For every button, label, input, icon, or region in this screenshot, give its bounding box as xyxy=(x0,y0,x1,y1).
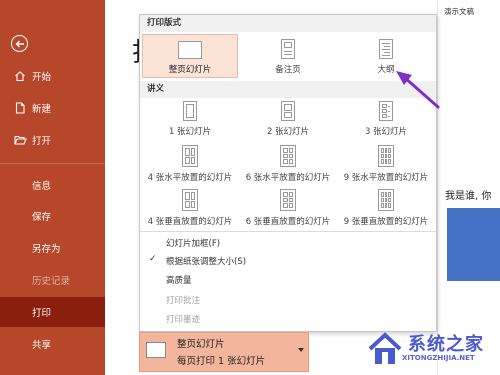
menu-item-scale-to-fit[interactable]: 根据纸张调整大小(S) xyxy=(166,255,246,267)
full-page-slide-icon xyxy=(178,41,202,59)
sidebar-item-share[interactable]: 共享 xyxy=(0,329,105,359)
option-label: 9 张水平放置的幻灯片 xyxy=(343,173,429,183)
selector-sublabel: 每页打印 1 张幻灯片 xyxy=(177,356,266,367)
sidebar-item-save[interactable]: 保存 xyxy=(0,201,105,231)
annotation-arrow-icon xyxy=(396,71,440,109)
handout-option-6-vertical[interactable]: 6 张垂直放置的幻灯片 xyxy=(240,189,336,231)
sidebar-item-info[interactable]: 信息 xyxy=(0,170,105,200)
option-label: 备注页 xyxy=(275,65,301,75)
sidebar-item-label: 新建 xyxy=(32,104,52,115)
handout-4v-icon xyxy=(182,189,198,211)
sidebar-item-label: 打开 xyxy=(32,136,52,147)
handout-6v-icon xyxy=(280,189,296,211)
handout-9v-icon xyxy=(378,189,394,211)
handout-option-4-horizontal[interactable]: 4 张水平放置的幻灯片 xyxy=(142,145,238,187)
handout-option-2-slides[interactable]: 2 张幻灯片 xyxy=(240,101,336,141)
handout-2-icon xyxy=(281,101,295,121)
sidebar-item-label: 开始 xyxy=(32,72,52,83)
house-logo-icon xyxy=(368,332,402,364)
sidebar-item-label: 共享 xyxy=(32,340,52,351)
backstage-sidebar: 开始 新建 打开 信息 保存 另存为 历史记录 打印 共享 xyxy=(0,0,105,375)
sidebar-item-save-as[interactable]: 另存为 xyxy=(0,233,105,263)
sidebar-divider xyxy=(0,163,105,164)
window-title: 演示文稿 xyxy=(444,7,474,16)
watermark-subtext: XITONGZHIJIA.NET xyxy=(402,354,475,362)
watermark-text: 系统之家 xyxy=(408,334,484,355)
option-label: 9 张垂直放置的幻灯片 xyxy=(343,217,429,227)
option-label: 3 张幻灯片 xyxy=(364,127,408,137)
handout-option-4-vertical[interactable]: 4 张垂直放置的幻灯片 xyxy=(142,189,238,231)
handout-9h-icon xyxy=(378,145,394,167)
print-layout-selector[interactable]: 整页幻灯片 每页打印 1 张幻灯片 xyxy=(139,332,309,372)
sidebar-item-open[interactable]: 打开 xyxy=(0,125,105,155)
chevron-down-icon[interactable] xyxy=(298,348,304,352)
folder-open-icon xyxy=(13,133,27,147)
new-file-icon xyxy=(13,101,27,115)
slide-preview-image xyxy=(447,208,500,281)
sidebar-item-print[interactable]: 打印 xyxy=(0,297,105,327)
sidebar-item-label: 另存为 xyxy=(32,244,61,255)
menu-item-print-comments: 打印批注 xyxy=(166,296,201,306)
notes-page-icon xyxy=(281,39,295,59)
sidebar-item-new[interactable]: 新建 xyxy=(0,93,105,123)
handout-4h-icon xyxy=(182,145,198,167)
handout-1-icon xyxy=(183,101,197,121)
watermark-logo: 系统之家 XITONGZHIJIA.NET xyxy=(362,328,500,375)
handout-option-1-slide[interactable]: 1 张幻灯片 xyxy=(142,101,238,141)
option-label: 6 张水平放置的幻灯片 xyxy=(245,173,331,183)
back-arrow-icon[interactable] xyxy=(11,35,28,52)
handout-6h-icon xyxy=(280,145,296,167)
menu-item-high-quality[interactable]: 高质量 xyxy=(166,274,192,286)
option-label: 6 张垂直放置的幻灯片 xyxy=(245,217,331,227)
option-label: 2 张幻灯片 xyxy=(266,127,310,137)
checkmark-icon: ✓ xyxy=(149,254,157,264)
option-label: 1 张幻灯片 xyxy=(168,127,212,137)
menu-divider xyxy=(140,231,436,232)
layout-option-full-page[interactable]: 整页幻灯片 xyxy=(142,34,238,78)
home-icon xyxy=(13,69,27,83)
handout-option-9-horizontal[interactable]: 9 张水平放置的幻灯片 xyxy=(338,145,434,187)
menu-item-frame-slides[interactable]: 幻灯片加框(F) xyxy=(166,237,220,249)
option-label: 4 张垂直放置的幻灯片 xyxy=(147,217,233,227)
handout-option-9-vertical[interactable]: 9 张垂直放置的幻灯片 xyxy=(338,189,434,231)
layout-option-notes-page[interactable]: 备注页 xyxy=(240,34,336,78)
sidebar-item-label: 历史记录 xyxy=(32,276,71,287)
handout-option-6-horizontal[interactable]: 6 张水平放置的幻灯片 xyxy=(240,145,336,187)
sidebar-item-label: 打印 xyxy=(32,308,52,319)
sidebar-item-label: 保存 xyxy=(32,212,52,223)
section-header-layout: 打印版式 xyxy=(140,15,436,32)
slide-thumbnail-icon xyxy=(146,342,166,358)
slide-preview-text: 我是谁, 你 xyxy=(445,191,492,202)
sidebar-item-label: 信息 xyxy=(32,181,52,192)
sidebar-item-home[interactable]: 开始 xyxy=(0,61,105,91)
option-label: 整页幻灯片 xyxy=(168,65,212,75)
selector-label: 整页幻灯片 xyxy=(177,339,225,350)
sidebar-item-history[interactable]: 历史记录 xyxy=(0,265,105,295)
option-label: 4 张水平放置的幻灯片 xyxy=(147,173,233,183)
menu-item-print-ink: 打印墨迹 xyxy=(166,315,201,325)
